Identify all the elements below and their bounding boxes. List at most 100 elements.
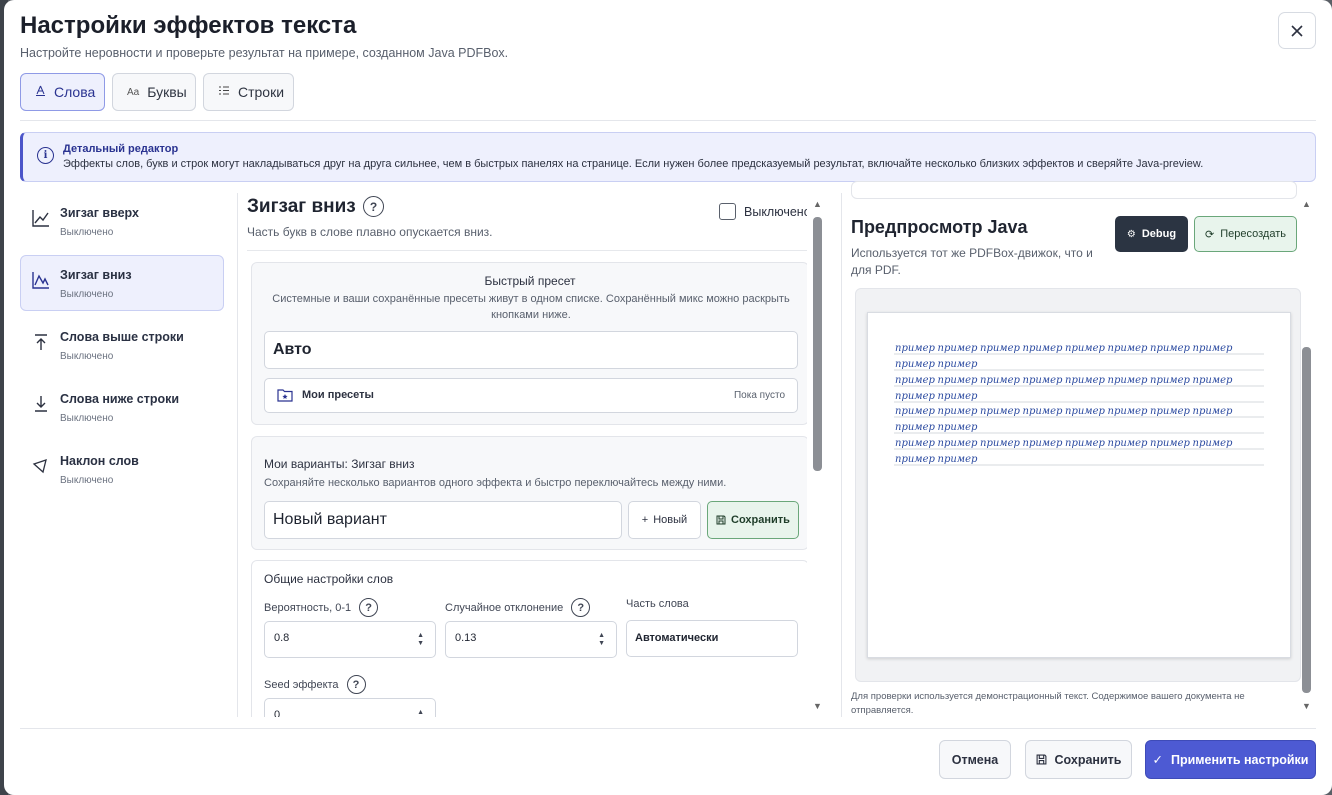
sample-word: пример bbox=[895, 454, 935, 465]
sample-word: пример bbox=[1108, 406, 1148, 417]
word-part-label: Часть слова bbox=[626, 598, 689, 610]
nav-item-slant[interactable]: Наклон слов Выключено bbox=[20, 441, 224, 497]
scroll-down-icon[interactable]: ▼ bbox=[1302, 701, 1311, 711]
check-icon: ✓ bbox=[1152, 753, 1163, 767]
effect-list: Зигзаг вверх Выключено Зигзаг вниз Выклю… bbox=[20, 193, 224, 503]
zigzag-down-icon bbox=[32, 272, 49, 289]
recreate-button[interactable]: ⟳ Пересоздать bbox=[1194, 216, 1297, 252]
save-icon bbox=[716, 515, 726, 525]
new-variant-label: Новый bbox=[653, 514, 688, 526]
sample-word: пример bbox=[1193, 343, 1233, 354]
panel-edge bbox=[851, 181, 1297, 199]
general-settings-card: Общие настройки слов Вероятность, 0-1 ? … bbox=[251, 560, 807, 717]
sample-word: пример bbox=[1150, 406, 1190, 417]
nav-item-state: Выключено bbox=[60, 413, 114, 424]
word-part-select[interactable]: Автоматически bbox=[626, 620, 798, 657]
sample-word: пример bbox=[1150, 375, 1190, 386]
preview-scrollbar[interactable]: ▲ ▼ bbox=[1302, 199, 1311, 714]
recreate-label: Пересоздать bbox=[1220, 228, 1286, 240]
tab-label: Буквы bbox=[147, 84, 187, 100]
scroll-up-icon[interactable]: ▲ bbox=[813, 199, 822, 209]
deviation-value: 0.13 bbox=[455, 632, 477, 644]
deviation-input[interactable]: 0.13 ▲ ▼ bbox=[445, 621, 617, 658]
divider bbox=[20, 120, 1316, 121]
deviation-label: Случайное отклонение bbox=[445, 601, 564, 614]
nav-item-state: Выключено bbox=[60, 475, 114, 486]
sample-word: пример bbox=[895, 359, 935, 370]
stepper-icon[interactable]: ▲▼ bbox=[417, 709, 424, 717]
tab-letters[interactable]: Aa Буквы bbox=[112, 73, 196, 111]
new-variant-button[interactable]: + Новый bbox=[628, 501, 701, 539]
divider bbox=[20, 728, 1316, 729]
effect-tabs: Слова Aa Буквы Строки bbox=[20, 73, 294, 111]
close-button[interactable] bbox=[1278, 12, 1316, 49]
enabled-checkbox[interactable] bbox=[719, 203, 736, 220]
effect-enabled-toggle[interactable]: Выключено bbox=[719, 203, 807, 220]
nav-item-words-above[interactable]: Слова выше строки Выключено bbox=[20, 317, 224, 373]
my-presets-button[interactable]: Мои пресеты Пока пусто bbox=[264, 378, 798, 413]
help-icon[interactable]: ? bbox=[359, 598, 379, 617]
tab-words[interactable]: Слова bbox=[20, 73, 105, 111]
preset-title: Быстрый пресет bbox=[484, 274, 576, 288]
my-presets-state: Пока пусто bbox=[733, 390, 785, 401]
sample-word: пример bbox=[1065, 375, 1105, 386]
apply-settings-button[interactable]: ✓ Применить настройки bbox=[1145, 740, 1316, 779]
debug-label: Debug bbox=[1141, 228, 1177, 240]
center-scrollbar[interactable]: ▲ ▼ bbox=[813, 199, 822, 714]
sample-word: пример bbox=[980, 343, 1020, 354]
nav-item-zigzag-up[interactable]: Зигзаг вверх Выключено bbox=[20, 193, 224, 249]
save-button[interactable]: Сохранить bbox=[1025, 740, 1132, 779]
help-icon[interactable]: ? bbox=[571, 598, 591, 617]
info-icon: i bbox=[37, 147, 54, 164]
sample-word: пример bbox=[1065, 406, 1105, 417]
sample-word: пример bbox=[895, 406, 935, 417]
variants-title: Мои варианты: Зигзаг вниз bbox=[264, 457, 415, 471]
seed-input[interactable]: 0 ▲▼ bbox=[264, 698, 436, 717]
tab-lines[interactable]: Строки bbox=[203, 73, 294, 111]
sample-word: пример bbox=[895, 422, 935, 433]
nav-item-zigzag-down[interactable]: Зигзаг вниз Выключено bbox=[20, 255, 224, 311]
sample-word: пример bbox=[1065, 438, 1105, 449]
divider bbox=[841, 193, 842, 717]
variant-name-input[interactable]: Новый вариант bbox=[264, 501, 622, 539]
info-banner: i Детальный редактор Эффекты слов, букв … bbox=[20, 132, 1316, 182]
save-variant-label: Сохранить bbox=[731, 514, 790, 526]
probability-label: Вероятность, 0-1 bbox=[264, 601, 352, 614]
deviation-label-row: Случайное отклонение ? bbox=[445, 598, 591, 617]
variants-description: Сохраняйте несколько вариантов одного эф… bbox=[264, 477, 727, 489]
stepper-icon[interactable]: ▲▼ bbox=[417, 632, 424, 648]
debug-button[interactable]: ⚙ Debug bbox=[1115, 216, 1188, 252]
nav-item-state: Выключено bbox=[60, 289, 114, 300]
stepper-icon[interactable]: ▲▼ bbox=[598, 632, 605, 648]
sample-word: пример bbox=[938, 422, 978, 433]
scroll-up-icon[interactable]: ▲ bbox=[1302, 199, 1311, 209]
words-icon bbox=[35, 85, 46, 99]
nav-item-words-below[interactable]: Слова ниже строки Выключено bbox=[20, 379, 224, 435]
nav-item-label: Зигзаг вверх bbox=[60, 206, 139, 220]
help-icon[interactable]: ? bbox=[363, 196, 384, 217]
save-variant-button[interactable]: Сохранить bbox=[707, 501, 799, 539]
info-title: Детальный редактор bbox=[63, 143, 179, 155]
sample-word: пример bbox=[1193, 438, 1233, 449]
cancel-button[interactable]: Отмена bbox=[939, 740, 1011, 779]
probability-input[interactable]: 0.8 ▲ ▼ bbox=[264, 621, 436, 658]
scrollbar-thumb[interactable] bbox=[813, 217, 822, 471]
sample-word: пример bbox=[895, 375, 935, 386]
preview-title: Предпросмотр Java bbox=[851, 217, 1028, 237]
sample-word: пример bbox=[938, 375, 978, 386]
word-part-label-row: Часть слова bbox=[626, 598, 689, 610]
seed-label-row: Seed эффекта ? bbox=[264, 675, 366, 694]
preset-select[interactable]: Авто bbox=[264, 331, 798, 369]
sample-word: пример bbox=[938, 454, 978, 465]
preview-page: пример пример пример пример пример пример прим… bbox=[867, 312, 1291, 658]
general-title: Общие настройки слов bbox=[264, 572, 394, 586]
lines-icon bbox=[218, 85, 230, 99]
scrollbar-thumb[interactable] bbox=[1302, 347, 1311, 693]
seed-label: Seed эффекта bbox=[264, 678, 339, 691]
my-presets-label: Мои пресеты bbox=[302, 389, 374, 401]
scroll-down-icon[interactable]: ▼ bbox=[813, 701, 822, 711]
save-label: Сохранить bbox=[1054, 752, 1122, 767]
variants-card: Мои варианты: Зигзаг вниз Сохраняйте нес… bbox=[251, 436, 807, 550]
help-icon[interactable]: ? bbox=[346, 675, 366, 694]
sample-word: пример bbox=[1023, 406, 1063, 417]
